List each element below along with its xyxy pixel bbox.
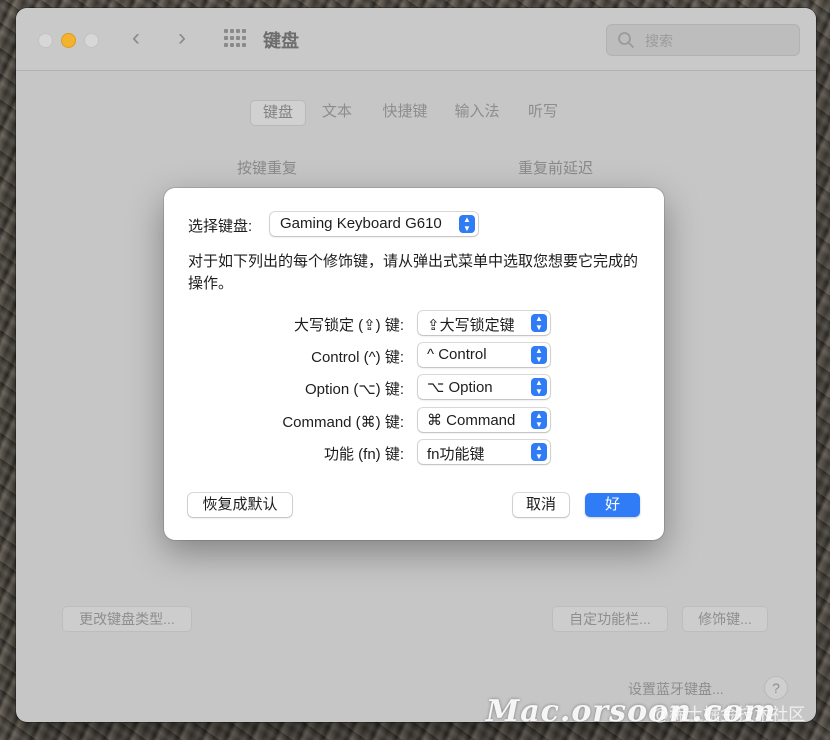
updown-arrows-icon: ▲ ▼: [531, 314, 547, 332]
key-repeat-label: 按键重复: [237, 160, 298, 177]
updown-arrows-icon: ▲ ▼: [531, 443, 547, 461]
option-key-popup[interactable]: ⌥ Option ▲ ▼: [418, 375, 550, 399]
tab-text[interactable]: 文本: [312, 100, 362, 124]
cancel-button[interactable]: 取消: [513, 493, 569, 517]
control-key-label: Control (^) 键:: [311, 349, 404, 366]
keyboard-select[interactable]: Gaming Keyboard G610 ▲ ▼: [270, 212, 478, 236]
tab-input-sources[interactable]: 输入法: [446, 100, 508, 124]
close-window-button[interactable]: [38, 33, 53, 48]
fn-key-popup[interactable]: fn功能键 ▲ ▼: [418, 440, 550, 464]
caps-lock-key-popup[interactable]: ⇪大写锁定键 ▲ ▼: [418, 311, 550, 335]
updown-arrows-icon: ▲ ▼: [531, 378, 547, 396]
window-title: 键盘: [263, 31, 299, 51]
back-chevron-icon[interactable]: ‹: [132, 24, 140, 52]
forward-chevron-icon[interactable]: ›: [178, 24, 186, 52]
command-key-popup[interactable]: ⌘ Command ▲ ▼: [418, 408, 550, 432]
delay-until-repeat-label: 重复前延迟: [518, 160, 594, 177]
minimize-window-button[interactable]: [61, 33, 76, 48]
updown-arrows-icon: ▲ ▼: [459, 215, 475, 233]
ok-button[interactable]: 好: [585, 493, 640, 517]
control-key-popup[interactable]: ^ Control ▲ ▼: [418, 343, 550, 367]
search-field[interactable]: 搜索: [606, 24, 800, 56]
title-bar: ‹ › 键盘 搜索: [16, 8, 816, 71]
restore-defaults-button[interactable]: 恢复成默认: [188, 493, 292, 517]
dialog-description: 对于如下列出的每个修饰键，请从弹出式菜单中选取您想要它完成的操作。: [188, 253, 639, 292]
fn-key-label: 功能 (fn) 键:: [323, 446, 404, 463]
watermark-caption: @稀土掘金技术社区: [652, 705, 806, 724]
maximize-window-button[interactable]: [84, 33, 99, 48]
caps-lock-key-value: ⇪大写锁定键: [427, 317, 515, 334]
tab-keyboard[interactable]: 键盘: [250, 100, 306, 126]
select-keyboard-label: 选择键盘:: [188, 218, 253, 235]
tab-dictation[interactable]: 听写: [518, 100, 568, 124]
command-key-value: ⌘ Command: [427, 412, 516, 429]
search-placeholder: 搜索: [645, 33, 673, 49]
change-keyboard-type-button[interactable]: 更改键盘类型...: [62, 606, 192, 632]
option-key-label: Option (⌥) 键:: [305, 381, 404, 398]
command-key-label: Command (⌘) 键:: [282, 414, 404, 431]
fn-key-value: fn功能键: [427, 446, 485, 463]
modifier-keys-dialog: 选择键盘: Gaming Keyboard G610 ▲ ▼ 对于如下列出的每个修…: [164, 188, 664, 540]
caps-lock-key-label: 大写锁定 (⇪) 键:: [293, 317, 404, 334]
search-icon: [618, 32, 634, 48]
customize-control-strip-button[interactable]: 自定功能栏...: [552, 606, 668, 632]
updown-arrows-icon: ▲ ▼: [531, 411, 547, 429]
control-key-value: ^ Control: [427, 346, 487, 363]
updown-arrows-icon: ▲ ▼: [531, 346, 547, 364]
modifier-keys-button[interactable]: 修饰键...: [682, 606, 768, 632]
keyboard-select-value: Gaming Keyboard G610: [280, 215, 442, 232]
show-all-grid-icon[interactable]: [224, 29, 246, 47]
option-key-value: ⌥ Option: [427, 379, 493, 396]
tab-shortcuts[interactable]: 快捷键: [372, 100, 438, 124]
